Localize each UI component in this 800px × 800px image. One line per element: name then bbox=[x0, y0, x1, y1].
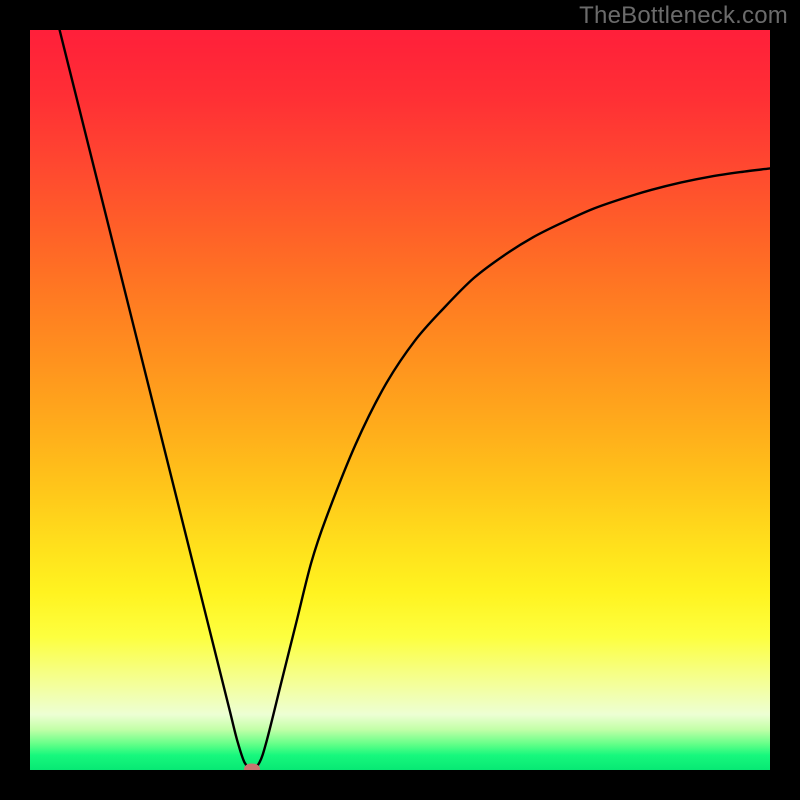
plot-area bbox=[30, 30, 770, 770]
chart-frame: TheBottleneck.com bbox=[0, 0, 800, 800]
watermark-text: TheBottleneck.com bbox=[579, 2, 788, 30]
optimal-point-marker bbox=[244, 763, 260, 770]
bottleneck-curve bbox=[30, 30, 770, 770]
